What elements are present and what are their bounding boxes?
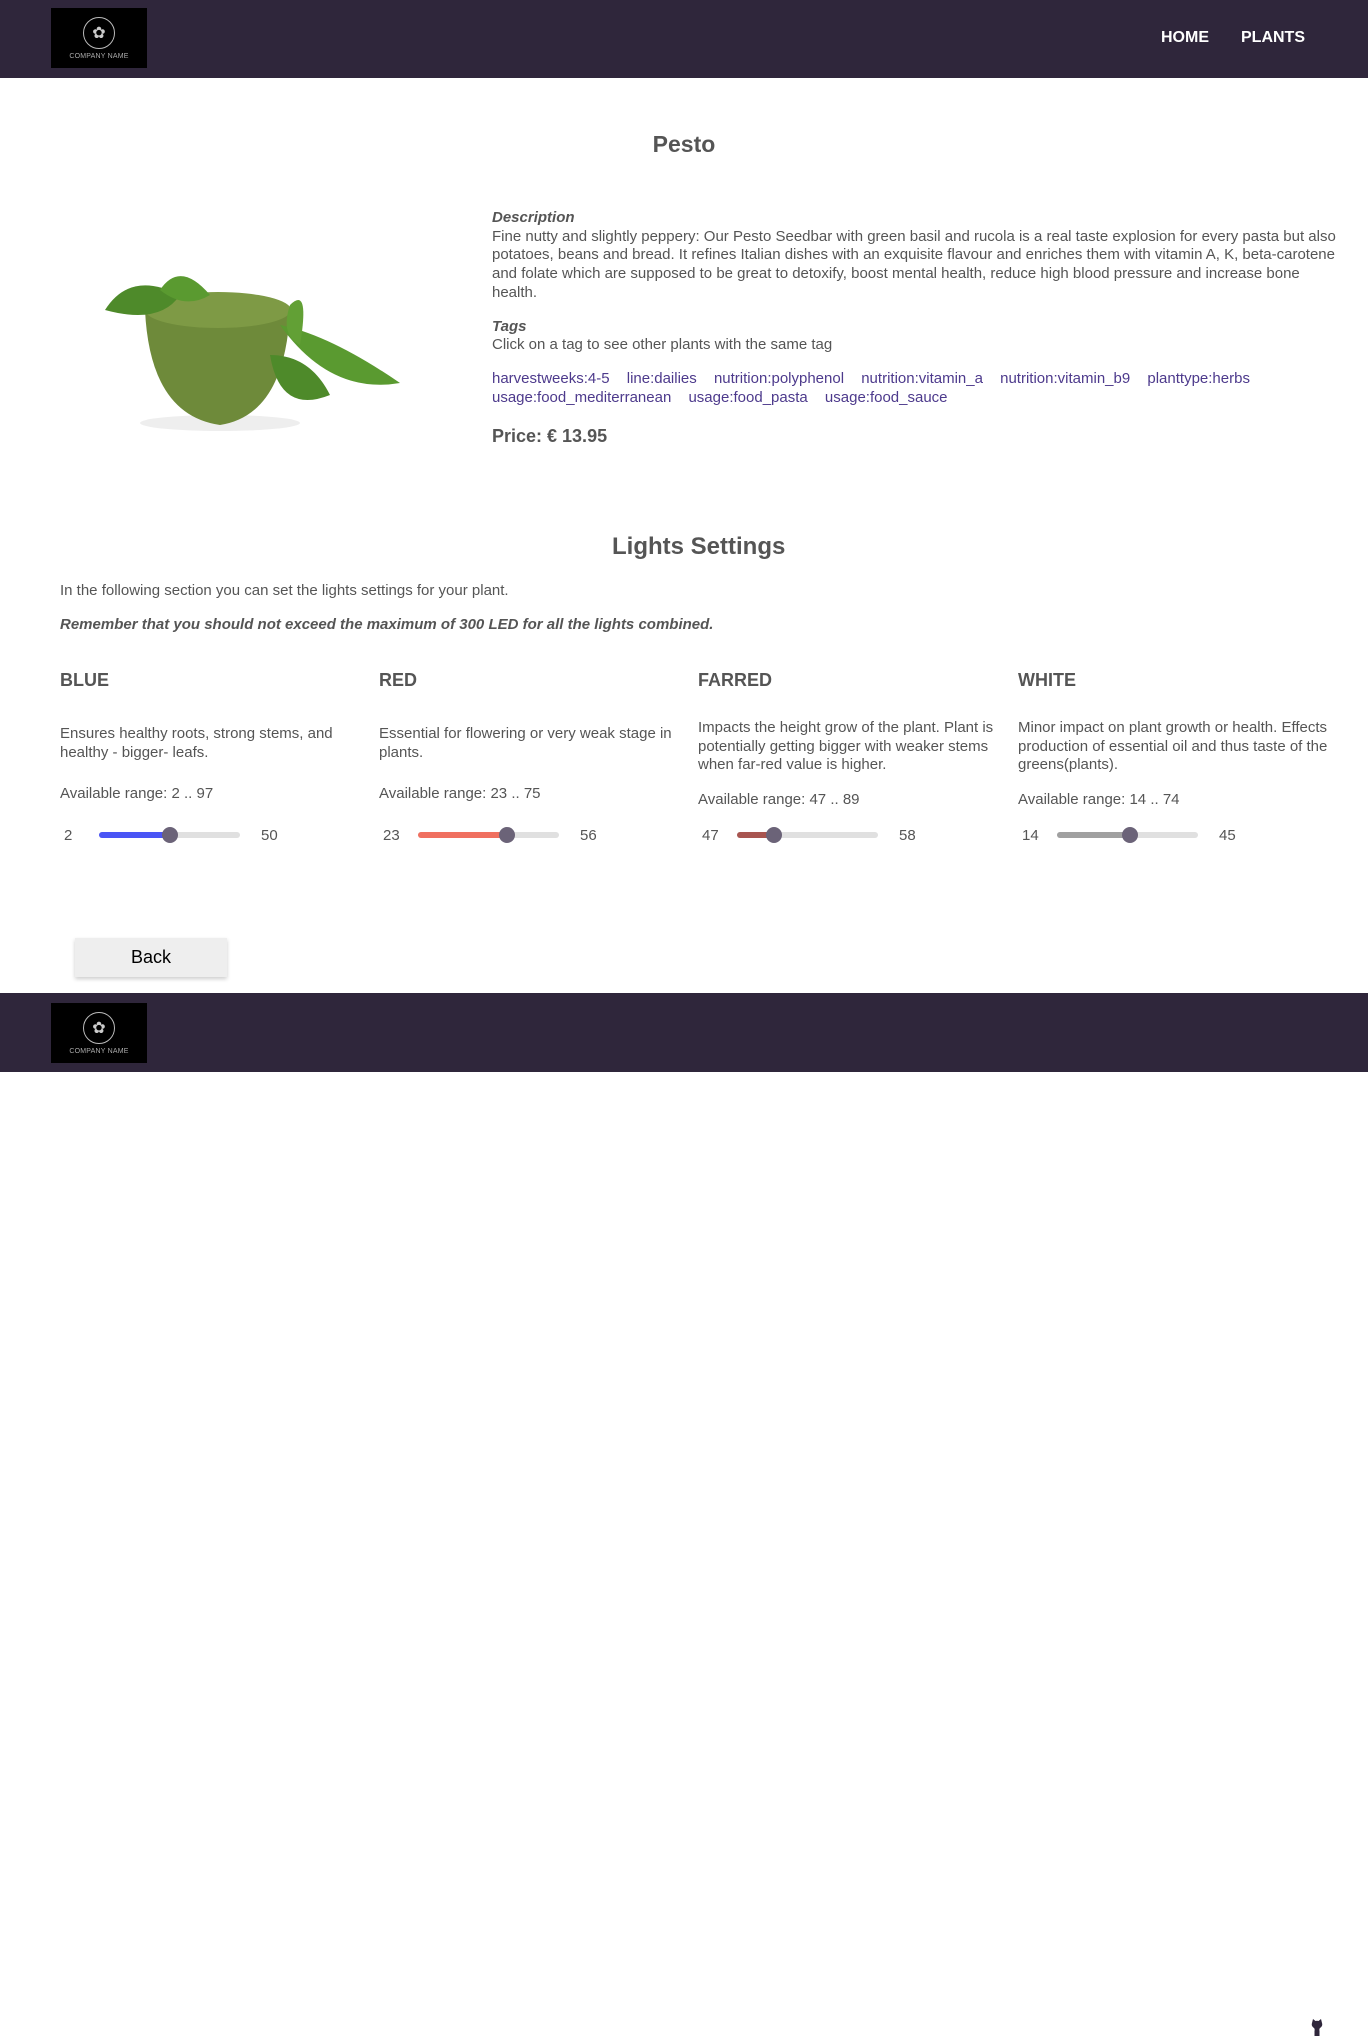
channel-slider-row: 14 45: [1012, 825, 1312, 845]
leaf-icon: ✿: [83, 16, 115, 49]
channel-range: Available range: 14 .. 74: [1018, 791, 1180, 808]
channel-range: Available range: 23 .. 75: [379, 785, 541, 802]
slider-min: 2: [64, 827, 73, 844]
channel-slider-row: 47 58: [692, 825, 992, 845]
tag-link[interactable]: usage:food_pasta: [688, 389, 807, 406]
description-label: Description: [492, 209, 575, 226]
copyright: Maria Latysheva © 2022: [1068, 2018, 1238, 2035]
slider-fill: [1057, 832, 1130, 838]
channel-range: Available range: 47 .. 89: [698, 791, 860, 808]
slider-value: 45: [1219, 827, 1236, 844]
tag-list: harvestweeks:4-5 line:dailies nutrition:…: [492, 370, 1337, 407]
slider-thumb[interactable]: [499, 827, 516, 843]
slider-min: 14: [1022, 827, 1039, 844]
light-channel-red: RED Essential for flowering or very weak…: [379, 670, 697, 844]
company-logo[interactable]: ✿ COMPANY NAME: [51, 8, 147, 68]
slider-min: 47: [702, 827, 719, 844]
channel-description: Ensures healthy roots, strong stems, and…: [60, 725, 333, 761]
channel-description: Impacts the height grow of the plant. Pl…: [698, 719, 994, 773]
light-channel-farred: FARRED Impacts the height grow of the pl…: [698, 670, 1016, 844]
tag-link[interactable]: nutrition:polyphenol: [714, 370, 844, 387]
channel-slider[interactable]: [418, 827, 559, 843]
slider-value: 56: [580, 827, 597, 844]
description-text: Fine nutty and slightly peppery: Our Pes…: [492, 227, 1336, 301]
footer-logo[interactable]: ✿ COMPANY NAME: [51, 1003, 147, 1063]
lights-title: Lights Settings: [612, 533, 786, 560]
slider-value: 58: [899, 827, 916, 844]
light-channel-blue: BLUE Ensures healthy roots, strong stems…: [60, 670, 378, 844]
tag-link[interactable]: usage:food_mediterranean: [492, 389, 671, 406]
slider-fill: [418, 832, 508, 838]
back-button[interactable]: Back: [75, 938, 227, 977]
footer: ✿ COMPANY NAME Maria Latysheva © 2022: [0, 993, 1368, 2038]
tag-link[interactable]: line:dailies: [627, 370, 697, 387]
nav-home[interactable]: HOME: [1161, 29, 1209, 47]
tag-link[interactable]: usage:food_sauce: [825, 389, 948, 406]
slider-min: 23: [383, 827, 400, 844]
channel-name: WHITE: [1018, 670, 1076, 690]
lights-intro: In the following section you can set the…: [60, 582, 509, 599]
tag-link[interactable]: nutrition:vitamin_b9: [1000, 370, 1130, 387]
slider-thumb[interactable]: [162, 827, 179, 843]
tag-link[interactable]: harvestweeks:4-5: [492, 370, 610, 387]
slider-thumb[interactable]: [765, 827, 782, 843]
lights-warning: Remember that you should not exceed the …: [60, 616, 714, 633]
channel-description: Essential for flowering or very weak sta…: [379, 725, 672, 761]
channel-slider[interactable]: [737, 827, 878, 843]
price: Price: € 13.95: [492, 426, 608, 447]
channel-name: RED: [379, 670, 418, 690]
tags-label: Tags: [492, 317, 527, 335]
channel-name: BLUE: [60, 670, 109, 690]
channel-slider-row: 23 56: [373, 825, 673, 845]
leaf-icon: ✿: [83, 1011, 115, 1044]
product-info: Description Fine nutty and slightly pepp…: [492, 209, 1337, 446]
channel-range: Available range: 2 .. 97: [60, 785, 214, 802]
light-channel-white: WHITE Minor impact on plant growth or he…: [1018, 670, 1336, 844]
product-title: Pesto: [652, 131, 716, 157]
tag-link[interactable]: planttype:herbs: [1147, 370, 1250, 387]
slider-value: 50: [261, 827, 278, 844]
slider-thumb[interactable]: [1121, 827, 1138, 843]
channel-description: Minor impact on plant growth or health. …: [1018, 719, 1328, 773]
tags-hint: Click on a tag to see other plants with …: [492, 336, 833, 354]
channel-slider[interactable]: [99, 827, 240, 843]
nav-plants[interactable]: PLANTS: [1241, 29, 1305, 47]
github-icon[interactable]: [1305, 2014, 1329, 2038]
channel-slider[interactable]: [1057, 827, 1198, 843]
tag-link[interactable]: nutrition:vitamin_a: [861, 370, 983, 387]
slider-fill: [99, 832, 171, 838]
channel-slider-row: 2 50: [54, 825, 354, 845]
product-image: [105, 276, 400, 431]
channel-name: FARRED: [698, 670, 773, 690]
header: ✿ COMPANY NAME HOME PLANTS: [0, 0, 1368, 78]
